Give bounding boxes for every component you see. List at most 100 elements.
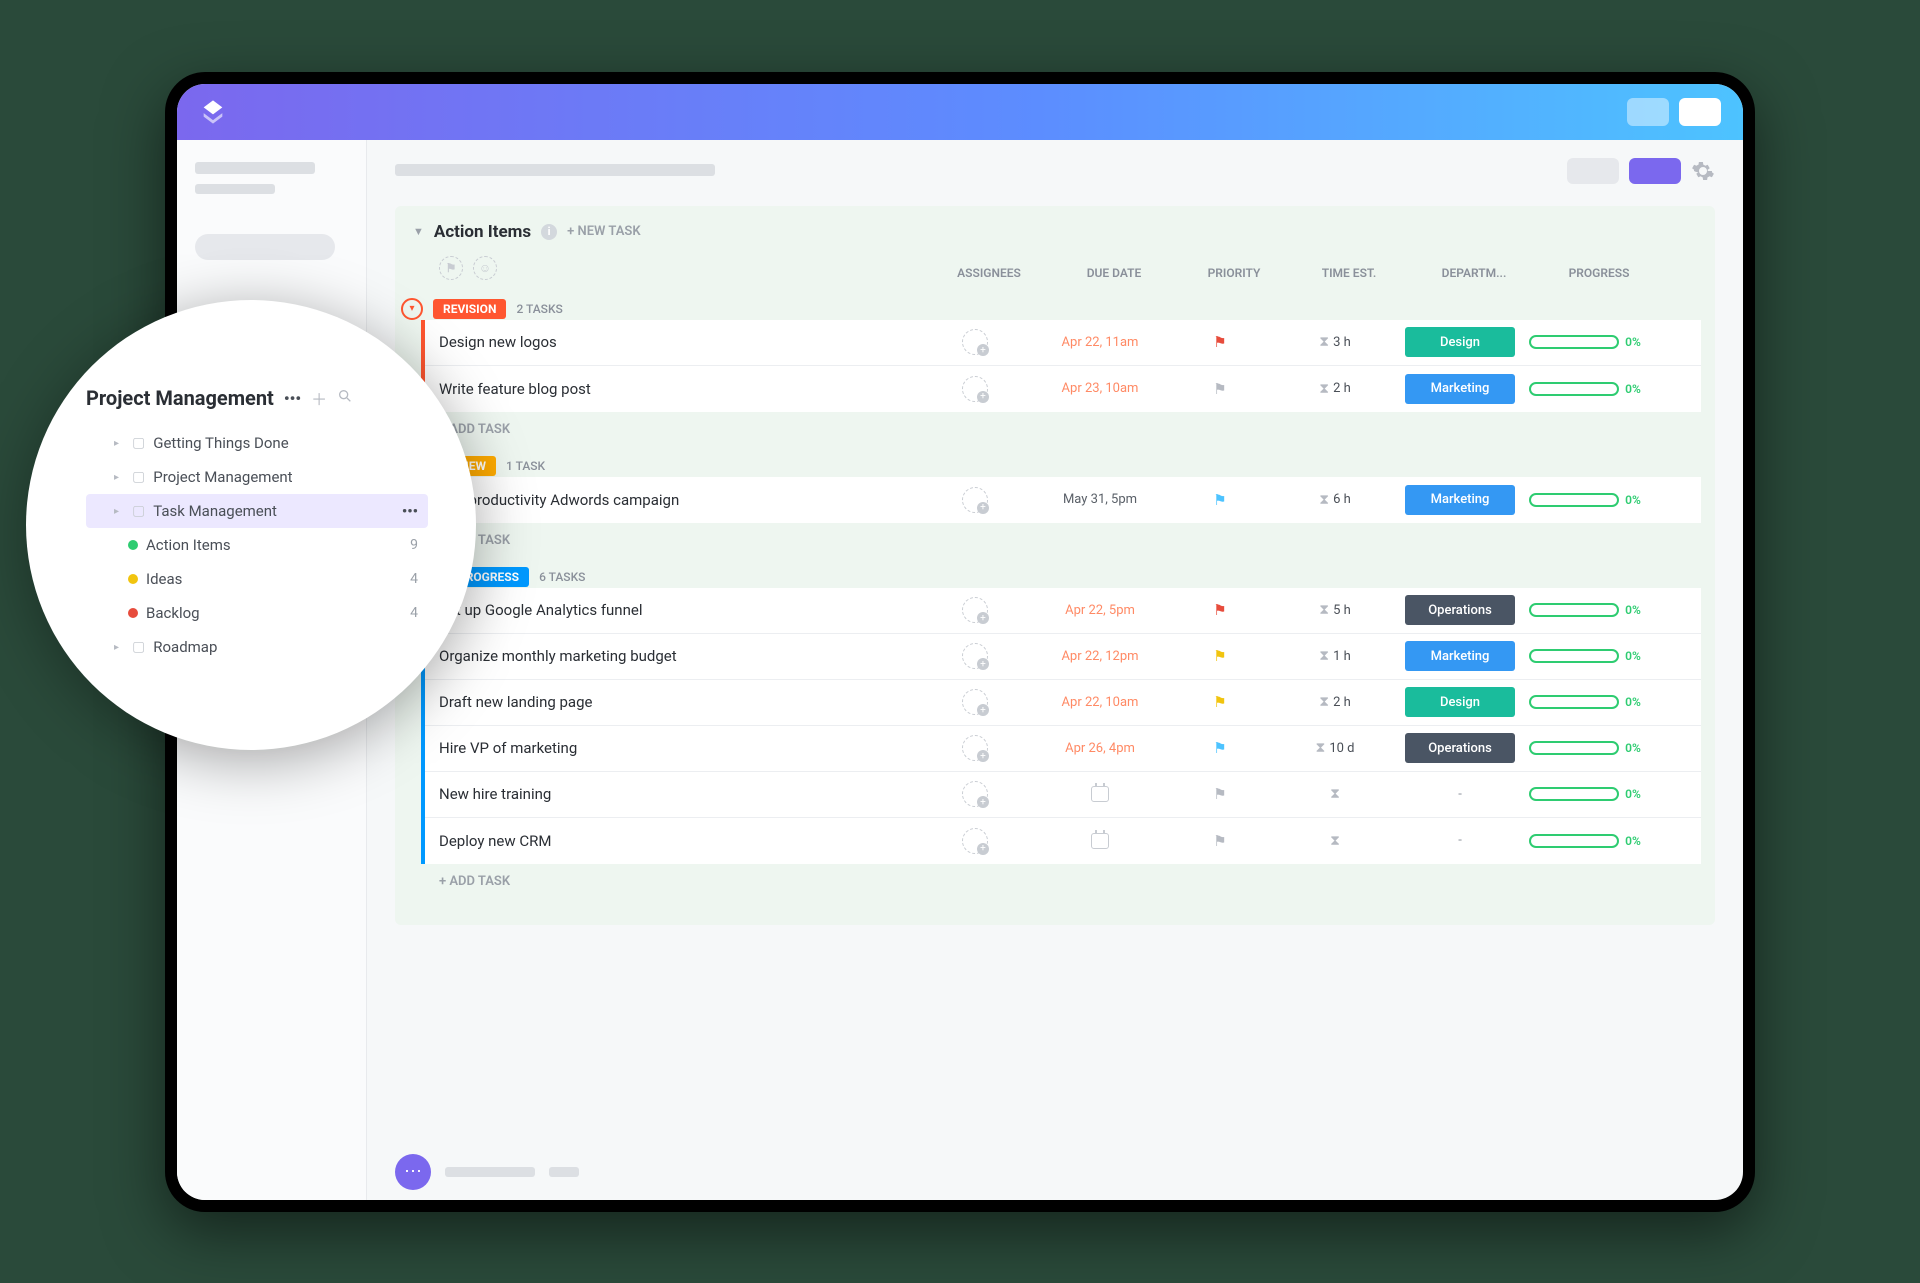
assignee-cell[interactable] (915, 828, 1035, 854)
assignee-cell[interactable] (915, 329, 1035, 355)
priority-flag[interactable]: ⚑ (1165, 491, 1275, 509)
department-tag[interactable]: Operations (1395, 733, 1525, 763)
task-row[interactable]: Draft new landing pageApr 22, 10am⚑⧗ 2 h… (425, 680, 1701, 726)
progress-cell[interactable]: 0% (1525, 493, 1645, 507)
task-row[interactable]: Deploy new CRM⚑⧗ -0% (425, 818, 1701, 864)
assignee-cell[interactable] (915, 781, 1035, 807)
group-collapse-icon[interactable]: ▾ (401, 298, 423, 320)
progress-bar (1529, 493, 1619, 507)
due-date-empty[interactable] (1035, 786, 1165, 802)
progress-cell[interactable]: 0% (1525, 335, 1645, 349)
time-estimate[interactable]: ⧗ 2 h (1275, 694, 1395, 710)
progress-cell[interactable]: 0% (1525, 649, 1645, 663)
due-date[interactable]: Apr 26, 4pm (1035, 741, 1165, 756)
priority-flag[interactable]: ⚑ (1165, 785, 1275, 803)
progress-cell[interactable]: 0% (1525, 695, 1645, 709)
header-pill-1[interactable] (1627, 98, 1669, 126)
sidebar-item[interactable]: Action Items9 (86, 528, 428, 562)
flag-column-icon[interactable]: ⚑ (439, 256, 463, 280)
department-tag[interactable]: Marketing (1395, 641, 1525, 671)
assignee-cell[interactable] (915, 735, 1035, 761)
header-pill-2[interactable] (1679, 98, 1721, 126)
assignee-cell[interactable] (915, 689, 1035, 715)
toolbar-button-primary[interactable] (1629, 158, 1681, 184)
flag-icon: ⚑ (1213, 832, 1226, 850)
due-date[interactable]: Apr 22, 12pm (1035, 649, 1165, 664)
chevron-down-icon[interactable]: ▼ (413, 225, 424, 238)
plus-icon[interactable]: ＋ (311, 386, 327, 410)
department-tag[interactable]: Operations (1395, 595, 1525, 625)
sidebar-search-skeleton[interactable] (195, 234, 335, 260)
due-date[interactable]: Apr 22, 11am (1035, 335, 1165, 350)
assignee-cell[interactable] (915, 597, 1035, 623)
task-row[interactable]: Write feature blog postApr 23, 10am⚑⧗ 2 … (425, 366, 1701, 412)
due-date[interactable]: Apr 22, 10am (1035, 695, 1165, 710)
assignee-cell[interactable] (915, 487, 1035, 513)
task-row[interactable]: Hire VP of marketingApr 26, 4pm⚑⧗ 10 dOp… (425, 726, 1701, 772)
time-estimate[interactable]: ⧗ (1275, 833, 1395, 849)
sidebar-item[interactable]: ▸▢Task Management••• (86, 494, 428, 528)
task-row[interactable]: Set up Google Analytics funnelApr 22, 5p… (425, 588, 1701, 634)
due-date[interactable]: Apr 22, 5pm (1035, 603, 1165, 618)
add-task-button[interactable]: + ADD TASK (409, 523, 1701, 552)
time-estimate[interactable]: ⧗ 3 h (1275, 334, 1395, 350)
progress-cell[interactable]: 0% (1525, 787, 1645, 801)
search-icon[interactable] (337, 388, 353, 408)
col-assignees: ASSIGNEES (929, 266, 1049, 280)
department-tag[interactable]: Design (1395, 687, 1525, 717)
group-status-badge[interactable]: REVISION (433, 299, 506, 319)
new-task-button[interactable]: + NEW TASK (567, 224, 640, 239)
sidebar-item[interactable]: Backlog4 (86, 596, 428, 630)
department-tag[interactable]: Marketing (1395, 374, 1525, 404)
toolbar-button[interactable] (1567, 158, 1619, 184)
time-estimate[interactable]: ⧗ 5 h (1275, 602, 1395, 618)
priority-flag[interactable]: ⚑ (1165, 739, 1275, 757)
task-row[interactable]: Run productivity Adwords campaignMay 31,… (425, 477, 1701, 523)
task-row[interactable]: New hire training⚑⧗ -0% (425, 772, 1701, 818)
sidebar-item[interactable]: ▸▢Roadmap (86, 630, 428, 664)
info-icon[interactable]: i (541, 224, 557, 240)
add-task-button[interactable]: + ADD TASK (409, 864, 1701, 893)
priority-flag[interactable]: ⚑ (1165, 832, 1275, 850)
progress-cell[interactable]: 0% (1525, 741, 1645, 755)
task-row[interactable]: Design new logosApr 22, 11am⚑⧗ 3 hDesign… (425, 320, 1701, 366)
due-date[interactable]: May 31, 5pm (1035, 492, 1165, 507)
calendar-icon (1091, 833, 1109, 849)
sidebar-item[interactable]: Ideas4 (86, 562, 428, 596)
priority-flag[interactable]: ⚑ (1165, 693, 1275, 711)
gear-icon[interactable] (1691, 159, 1715, 183)
department-tag[interactable]: Design (1395, 327, 1525, 357)
status-dot-icon (128, 540, 138, 550)
time-estimate[interactable]: ⧗ (1275, 786, 1395, 802)
due-date-empty[interactable] (1035, 833, 1165, 849)
chat-icon[interactable]: ⋯ (395, 1154, 431, 1190)
hourglass-icon: ⧗ (1330, 833, 1340, 849)
priority-flag[interactable]: ⚑ (1165, 601, 1275, 619)
more-icon[interactable]: ••• (284, 389, 301, 408)
time-estimate[interactable]: ⧗ 1 h (1275, 648, 1395, 664)
assignee-cell[interactable] (915, 643, 1035, 669)
time-estimate[interactable]: ⧗ 2 h (1275, 381, 1395, 397)
progress-cell[interactable]: 0% (1525, 834, 1645, 848)
group-task-count: 1 TASK (506, 459, 545, 473)
time-estimate[interactable]: ⧗ 6 h (1275, 492, 1395, 508)
due-date[interactable]: Apr 23, 10am (1035, 381, 1165, 396)
sidebar-item[interactable]: ▸▢Project Management (86, 460, 428, 494)
department-tag[interactable]: Marketing (1395, 485, 1525, 515)
department-tag[interactable]: - (1395, 833, 1525, 848)
priority-flag[interactable]: ⚑ (1165, 333, 1275, 351)
task-row[interactable]: Organize monthly marketing budgetApr 22,… (425, 634, 1701, 680)
priority-flag[interactable]: ⚑ (1165, 380, 1275, 398)
priority-flag[interactable]: ⚑ (1165, 647, 1275, 665)
time-estimate[interactable]: ⧗ 10 d (1275, 740, 1395, 756)
assignee-cell[interactable] (915, 376, 1035, 402)
progress-cell[interactable]: 0% (1525, 382, 1645, 396)
progress-cell[interactable]: 0% (1525, 603, 1645, 617)
more-icon[interactable]: ••• (402, 502, 418, 520)
department-tag[interactable]: - (1395, 787, 1525, 802)
sidebar-item[interactable]: ▸▢Getting Things Done (86, 426, 428, 460)
add-task-button[interactable]: + ADD TASK (409, 412, 1701, 441)
assignee-column-icon[interactable]: ☺ (473, 256, 497, 280)
flag-icon: ⚑ (1213, 785, 1226, 803)
column-headers: ⚑ ☺ ASSIGNEES DUE DATE PRIORITY TIME EST… (409, 256, 1701, 298)
